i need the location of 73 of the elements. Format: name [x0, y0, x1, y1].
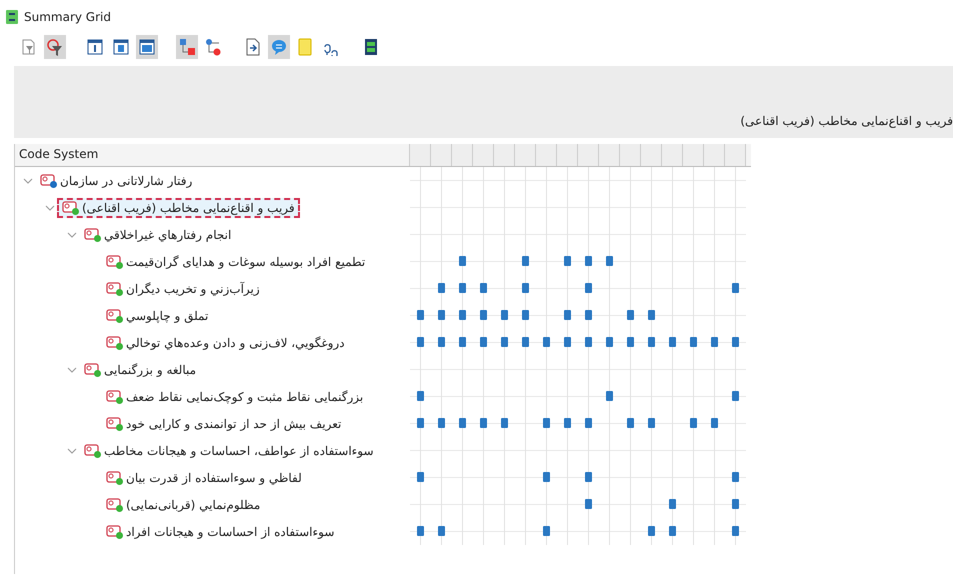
grid-column-header[interactable] [704, 144, 725, 166]
summary-grid-icon [6, 10, 18, 24]
window-icon [86, 38, 104, 56]
selected-code-title: فریب و اقناع‌نمایی مخاطب (فریب اقناعی) [740, 114, 953, 128]
code-label: انجام رفتارهاي غيراخلاقي [104, 228, 232, 242]
grid-column-header[interactable] [578, 144, 599, 166]
code-label: زیرآب‌زني و تخريب ديگران [126, 282, 260, 296]
code-label: دروغگويي، لاف‌زنی و دادن وعده‌هاي توخالي [126, 336, 345, 350]
code-label: مبالغه و بزرگنمایی [104, 362, 196, 376]
code-icon [106, 336, 121, 348]
code-icon [40, 174, 55, 186]
grid-column-header[interactable] [725, 144, 746, 166]
grid-column-header[interactable] [431, 144, 452, 166]
tree-node[interactable]: دروغگويي، لاف‌زنی و دادن وعده‌هاي توخالي [101, 332, 350, 352]
grid-column-header[interactable] [410, 144, 431, 166]
code-label: رفتار شارلاتانی در سازمان [60, 174, 192, 188]
window-icon [112, 38, 130, 56]
code-label: مظلوم‌نمايي (قربانی‌نمایی) [126, 498, 260, 512]
code-label: تعریف بیش از حد از توانمندی و کارایی خود [126, 416, 342, 430]
code-label: تملق و چاپلوسي [126, 308, 208, 322]
grid-column-header[interactable] [641, 144, 662, 166]
note-icon [296, 38, 314, 56]
filter-icon [46, 38, 64, 56]
tree-node[interactable]: تطمیع افراد بوسیله سوغات و هدایای گران‌قیمت [101, 252, 370, 272]
window-title: Summary Grid [24, 10, 111, 24]
speech-bubble-icon [270, 38, 288, 56]
summary-grid-icon [362, 38, 380, 56]
code-label: فریب و اقناع‌نمایی مخاطب (فریب اقناعی) [82, 200, 295, 214]
tree-node[interactable]: سوءاستفاده از احساسات و هیجانات افراد [101, 522, 340, 542]
code-icon [106, 498, 121, 510]
grid-column-header[interactable] [494, 144, 515, 166]
grid-column-header[interactable] [599, 144, 620, 166]
window-icon [138, 38, 156, 56]
grid-column-header[interactable] [536, 144, 557, 166]
code-label: سوءاستفاده از عواطف، احساسات و هیجانات مخاطب [104, 444, 374, 458]
import-icon [244, 38, 262, 56]
tree-node[interactable]: مبالغه و بزرگنمایی [79, 360, 202, 380]
grid-column-header[interactable] [515, 144, 536, 166]
tree-node[interactable]: بزرگنمایی نقاط مثبت و کوچک‌نمایی نقاط ضعف [101, 386, 368, 406]
grid-column-header[interactable] [620, 144, 641, 166]
tree-node[interactable]: انجام رفتارهاي غيراخلاقي [79, 224, 236, 244]
tree-node[interactable]: رفتار شارلاتانی در سازمان [35, 170, 198, 190]
code-icon [62, 200, 77, 212]
grid-column-header[interactable] [473, 144, 494, 166]
code-icon [84, 228, 99, 240]
code-icon [106, 390, 121, 402]
code-icon [106, 416, 121, 428]
code-label: لفاظي و سوءاستفاده از قدرت بيان [126, 470, 302, 484]
code-icon [106, 282, 121, 294]
grid-column-header[interactable] [662, 144, 683, 166]
grid-column-header[interactable] [557, 144, 578, 166]
toolbar-button[interactable] [136, 35, 158, 59]
tree-node[interactable]: مظلوم‌نمايي (قربانی‌نمایی) [101, 494, 266, 514]
code-icon [106, 308, 121, 320]
tree-node[interactable]: تعریف بیش از حد از توانمندی و کارایی خود [101, 414, 346, 434]
toolbar-button[interactable] [44, 35, 66, 59]
grid-column-header[interactable] [452, 144, 473, 166]
hierarchy-icon [178, 38, 196, 56]
tree-node[interactable]: لفاظي و سوءاستفاده از قدرت بيان [101, 468, 307, 488]
tree-node[interactable]: فریب و اقناع‌نمایی مخاطب (فریب اقناعی) [57, 198, 300, 218]
tree-node[interactable]: تملق و چاپلوسي [101, 306, 214, 326]
code-icon [106, 254, 121, 266]
tree-node[interactable]: زیرآب‌زني و تخريب ديگران [101, 278, 265, 298]
code-icon [106, 524, 121, 536]
code-icon [84, 444, 99, 456]
code-label: سوءاستفاده از احساسات و هیجانات افراد [126, 524, 334, 538]
code-label: تطمیع افراد بوسیله سوغات و هدایای گران‌قیمت [126, 254, 366, 268]
grid-column-header[interactable] [683, 144, 704, 166]
code-icon [106, 470, 121, 482]
code-icon [84, 362, 99, 374]
tree-node[interactable]: سوءاستفاده از عواطف، احساسات و هیجانات مخاطب [79, 440, 379, 460]
code-label: بزرگنمایی نقاط مثبت و کوچک‌نمایی نقاط ضعف [126, 390, 364, 404]
hierarchy-icon [204, 38, 222, 56]
